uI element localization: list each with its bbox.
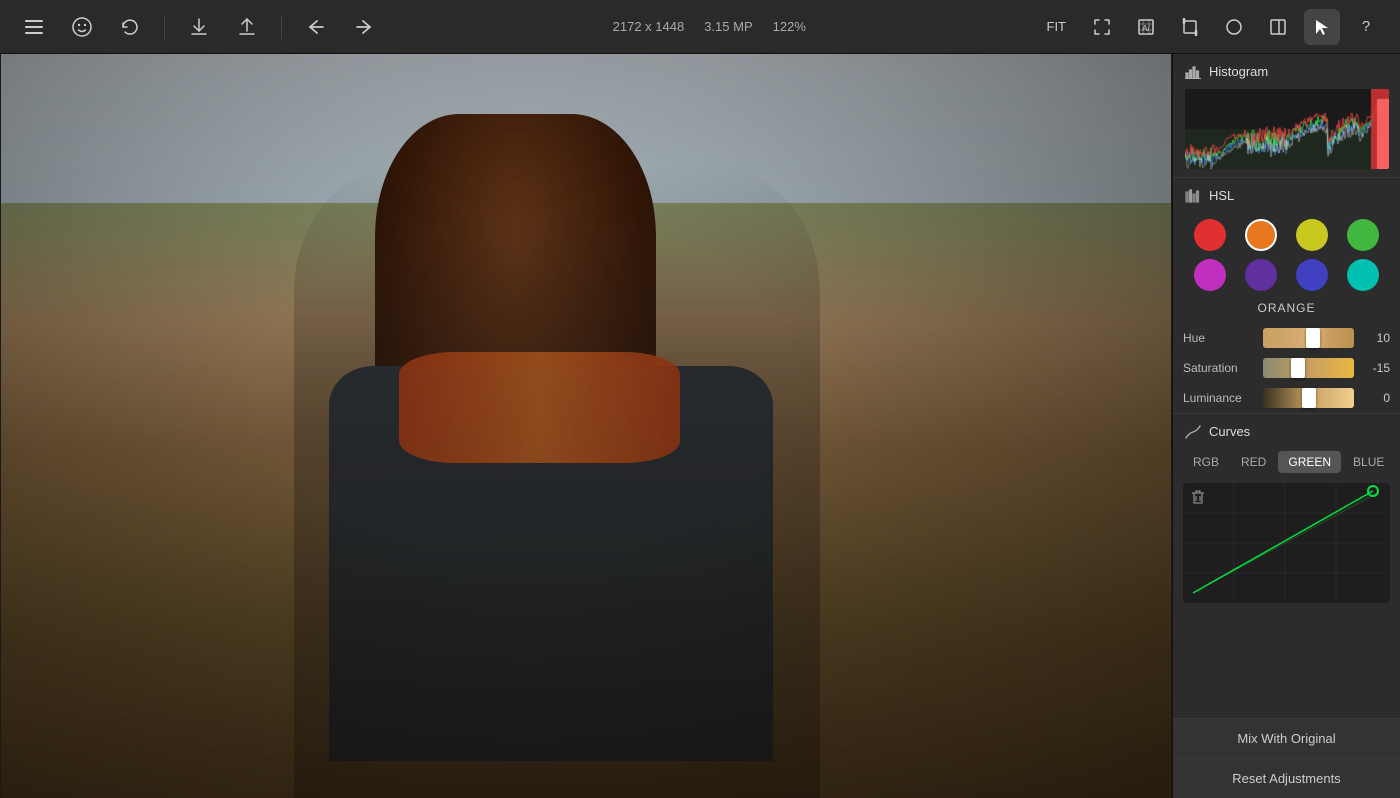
color-dot-red[interactable] (1194, 219, 1226, 251)
histogram-header: Histogram (1173, 54, 1400, 85)
image-megapixels: 3.15 MP (704, 19, 752, 34)
tab-rgb[interactable]: RGB (1183, 451, 1229, 473)
curves-tabs: RGB RED GREEN BLUE (1173, 445, 1400, 479)
photo-vignette (1, 54, 1171, 798)
toolbar-right: FIT A/ (1037, 9, 1385, 45)
menu-button[interactable] (16, 9, 52, 45)
hue-label: Hue (1183, 331, 1255, 345)
curves-svg (1183, 483, 1387, 603)
luminance-slider-row: Luminance 0 (1173, 383, 1400, 413)
luminance-value: 0 (1362, 391, 1390, 405)
svg-text:A/: A/ (1142, 24, 1150, 33)
fullscreen-button[interactable] (1084, 9, 1120, 45)
toolbar-left (16, 9, 382, 45)
face-button[interactable] (64, 9, 100, 45)
select-tool-button[interactable] (1304, 9, 1340, 45)
image-zoom: 122% (773, 19, 806, 34)
panel-tool-button[interactable] (1260, 9, 1296, 45)
help-button[interactable]: ? (1348, 9, 1384, 45)
luminance-label: Luminance (1183, 391, 1255, 405)
hue-thumb[interactable] (1306, 328, 1320, 348)
download-button[interactable] (181, 9, 217, 45)
reset-adjustments-button[interactable]: Reset Adjustments (1173, 758, 1400, 798)
forward-button[interactable] (346, 9, 382, 45)
curves-header: Curves (1173, 414, 1400, 445)
saturation-slider-row: Saturation -15 (1173, 353, 1400, 383)
hsl-title: HSL (1209, 188, 1234, 203)
mix-with-original-button[interactable]: Mix With Original (1173, 718, 1400, 758)
hsl-icon (1185, 189, 1201, 203)
hue-slider[interactable] (1263, 328, 1354, 348)
histogram-icon (1185, 65, 1201, 79)
image-area[interactable] (0, 54, 1172, 798)
color-dot-violet[interactable] (1245, 259, 1277, 291)
tab-red[interactable]: RED (1231, 451, 1276, 473)
luminance-thumb[interactable] (1302, 388, 1316, 408)
toolbar-center: 2172 x 1448 3.15 MP 122% (613, 19, 806, 34)
saturation-value: -15 (1362, 361, 1390, 375)
crop-tool-button[interactable] (1172, 9, 1208, 45)
share-button[interactable] (229, 9, 265, 45)
side-panel: Histogram HSL ORA (1172, 54, 1400, 798)
hsl-header: HSL (1173, 178, 1400, 209)
luminance-slider[interactable] (1263, 388, 1354, 408)
main-area: Histogram HSL ORA (0, 54, 1400, 798)
color-dot-green[interactable] (1347, 219, 1379, 251)
tab-green[interactable]: GREEN (1278, 451, 1341, 473)
curves-icon (1185, 425, 1201, 439)
back-button[interactable] (298, 9, 334, 45)
hue-slider-row: Hue 10 (1173, 323, 1400, 353)
tab-blue[interactable]: BLUE (1343, 451, 1394, 473)
trash-button[interactable] (1191, 489, 1205, 508)
color-dot-blue[interactable] (1296, 259, 1328, 291)
histogram-canvas (1185, 89, 1389, 169)
curves-title: Curves (1209, 424, 1250, 439)
image-dimensions: 2172 x 1448 (613, 19, 685, 34)
color-dot-teal[interactable] (1347, 259, 1379, 291)
selected-color-label: ORANGE (1173, 301, 1400, 323)
toolbar: 2172 x 1448 3.15 MP 122% FIT A/ (0, 0, 1400, 54)
color-dot-orange[interactable] (1245, 219, 1277, 251)
fit-button[interactable]: FIT (1037, 13, 1077, 40)
separator2 (281, 15, 282, 39)
color-dot-yellow[interactable] (1296, 219, 1328, 251)
hue-value: 10 (1362, 331, 1390, 345)
hsl-colors-row1 (1173, 209, 1400, 257)
photo (1, 54, 1171, 798)
circle-tool-button[interactable] (1216, 9, 1252, 45)
history-button[interactable] (112, 9, 148, 45)
hsl-colors-row2 (1173, 257, 1400, 301)
image-tool-button[interactable]: A/ (1128, 9, 1164, 45)
color-dot-purple[interactable] (1194, 259, 1226, 291)
saturation-slider[interactable] (1263, 358, 1354, 378)
curves-area[interactable] (1183, 483, 1390, 603)
saturation-thumb[interactable] (1291, 358, 1305, 378)
saturation-label: Saturation (1183, 361, 1255, 375)
histogram-title: Histogram (1209, 64, 1268, 79)
separator (164, 15, 165, 39)
